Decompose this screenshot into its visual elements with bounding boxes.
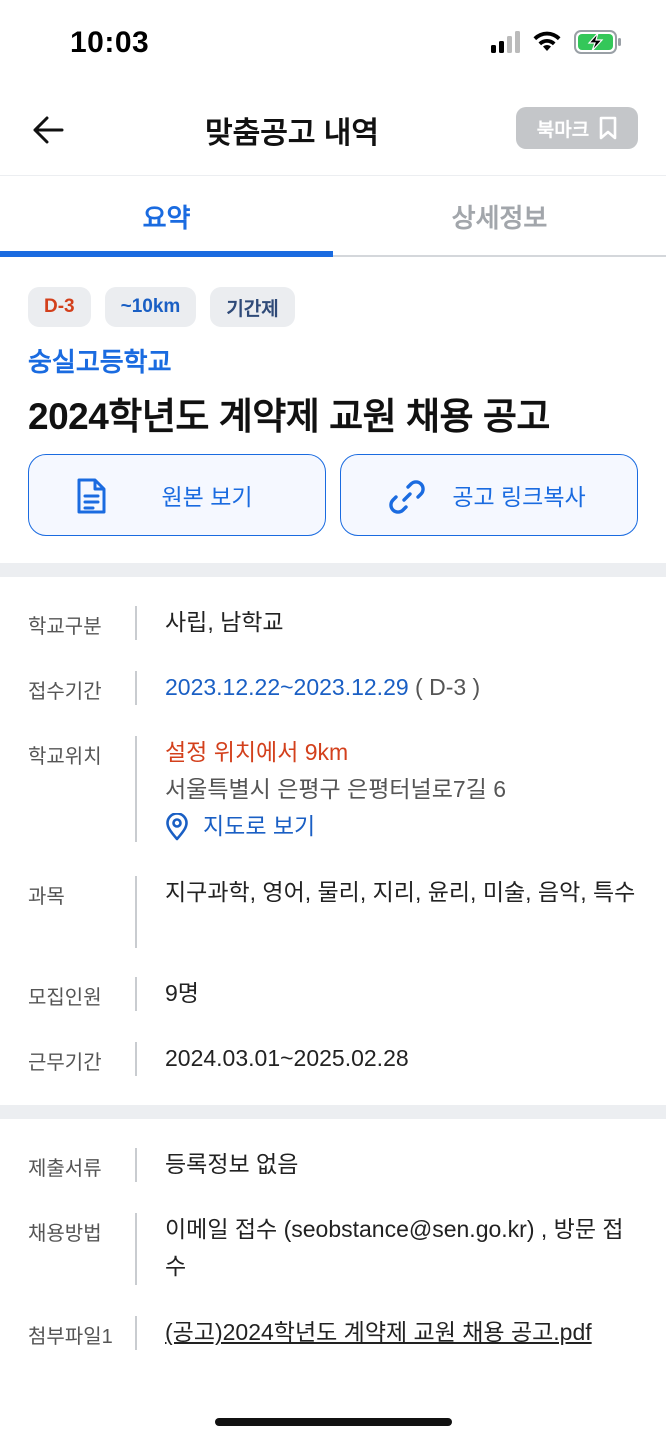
wifi-icon [533,31,561,51]
job-title: 2024학년도 계약제 교원 채용 공고 [28,396,550,437]
period-dates: 2023.12.22~2023.12.29 [165,674,409,700]
documents-value: 등록정보 없음 [165,1151,299,1177]
period-label: 접수기간 [28,681,102,703]
row-separator [135,977,137,1011]
dday-chip: D-3 [28,287,91,327]
method-label: 채용방법 [28,1223,102,1245]
copy-link-button[interactable]: 공고 링크복사 [340,454,638,536]
status-icons [491,30,622,54]
view-original-label: 원본 보기 [161,484,253,510]
status-bar: 10:03 [0,0,666,90]
location-pin-icon [166,812,188,840]
section-divider [0,563,666,577]
tab-bar: 요약 상세정보 [0,175,666,257]
school-name: 숭실고등학교 [28,347,172,377]
chip-list: D-3 ~10km 기간제 [28,287,295,327]
location-address: 서울특별시 은평구 은평터널로7길 6 [165,776,506,802]
period-value: 2023.12.22~2023.12.29 ( D-3 ) [165,669,636,706]
distance-chip: ~10km [104,287,197,327]
method-value: 이메일 접수 (seobstance@sen.go.kr) , 방문 접수 [165,1216,624,1279]
location-distance: 설정 위치에서 9km [165,739,349,765]
employment-type-chip: 기간제 [210,287,295,327]
cellular-signal-icon [491,31,520,53]
location-value: 설정 위치에서 9km 서울특별시 은평구 은평터널로7길 6 지도로 보기 [165,734,636,845]
row-separator [135,1148,137,1182]
view-original-button[interactable]: 원본 보기 [28,454,326,536]
location-label: 학교위치 [28,746,102,768]
row-separator [135,1042,137,1076]
work-period-value: 2024.03.01~2025.02.28 [165,1045,409,1071]
row-separator [135,876,137,948]
view-map-label: 지도로 보기 [203,813,316,839]
school-type-label: 학교구분 [28,616,102,638]
subjects-label: 과목 [28,886,65,908]
row-separator [135,1213,137,1285]
battery-charging-icon [574,30,621,54]
row-separator [135,671,137,705]
copy-link-label: 공고 링크복사 [452,484,586,510]
attachment-label: 첨부파일1 [28,1326,113,1348]
school-type-value: 사립, 남학교 [165,609,284,635]
bookmark-button[interactable]: 북마크 [516,107,638,149]
recruits-label: 모집인원 [28,987,102,1009]
view-map-link[interactable]: 지도로 보기 [165,808,636,845]
action-buttons: 원본 보기 공고 링크복사 [28,454,638,536]
home-indicator [215,1418,452,1426]
row-separator [135,736,137,842]
header: 맞춤공고 내역 북마크 [0,90,666,175]
documents-label: 제출서류 [28,1158,102,1180]
section-divider [0,1105,666,1119]
period-dday: ( D-3 ) [415,674,481,700]
recruits-value: 9명 [165,980,199,1006]
subjects-value: 지구과학, 영어, 물리, 지리, 윤리, 미술, 음악, 특수 [165,879,636,905]
bookmark-icon [599,116,617,140]
status-time: 10:03 [70,26,150,59]
tab-details[interactable]: 상세정보 [333,176,666,255]
row-separator [135,606,137,640]
page-title: 맞춤공고 내역 [205,117,379,150]
bookmark-label: 북마크 [536,119,590,141]
tab-summary[interactable]: 요약 [0,176,333,257]
work-period-label: 근무기간 [28,1052,102,1074]
attachment-link[interactable]: (공고)2024학년도 계약제 교원 채용 공고.pdf [165,1314,636,1351]
row-separator [135,1316,137,1350]
